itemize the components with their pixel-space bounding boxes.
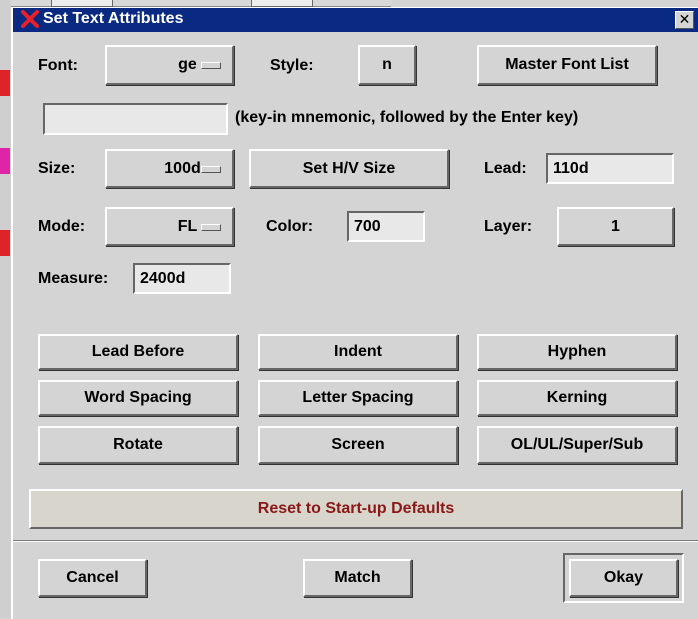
lead-value: 110d bbox=[553, 159, 589, 177]
color-value: 700 bbox=[354, 217, 381, 235]
background-window-top bbox=[11, 0, 391, 7]
okay-label: Okay bbox=[603, 569, 644, 586]
screen-button[interactable]: Screen bbox=[258, 426, 458, 464]
reset-to-defaults-label: Reset to Start-up Defaults bbox=[257, 500, 455, 517]
color-input[interactable]: 700 bbox=[347, 211, 425, 242]
lead-before-button[interactable]: Lead Before bbox=[38, 334, 238, 370]
mode-label: Mode: bbox=[38, 218, 86, 235]
indent-button[interactable]: Indent bbox=[258, 334, 458, 370]
cancel-button[interactable]: Cancel bbox=[38, 559, 147, 597]
background-swatch bbox=[0, 70, 10, 96]
background-window-strip bbox=[0, 0, 11, 618]
background-swatch bbox=[0, 230, 10, 256]
match-button[interactable]: Match bbox=[303, 559, 412, 597]
background-control bbox=[251, 0, 313, 7]
size-label: Size: bbox=[38, 160, 76, 177]
footer-separator bbox=[13, 540, 698, 542]
mnemonic-input[interactable] bbox=[43, 103, 228, 135]
background-swatch bbox=[0, 148, 10, 174]
match-label: Match bbox=[334, 569, 381, 586]
letter-spacing-label: Letter Spacing bbox=[302, 389, 414, 406]
option-menu-indicator-icon bbox=[201, 223, 221, 231]
rotate-button[interactable]: Rotate bbox=[38, 426, 238, 464]
kerning-label: Kerning bbox=[546, 389, 608, 406]
word-spacing-label: Word Spacing bbox=[84, 389, 192, 406]
measure-value: 2400d bbox=[140, 269, 186, 287]
close-icon: ✕ bbox=[678, 11, 691, 27]
style-value: n bbox=[382, 56, 392, 73]
hyphen-button[interactable]: Hyphen bbox=[477, 334, 677, 370]
window-title: Set Text Attributes bbox=[43, 10, 184, 27]
cancel-label: Cancel bbox=[66, 569, 119, 586]
lead-input[interactable]: 110d bbox=[546, 153, 674, 184]
master-font-list-button[interactable]: Master Font List bbox=[477, 45, 657, 85]
hyphen-label: Hyphen bbox=[547, 343, 607, 360]
master-font-list-label: Master Font List bbox=[505, 56, 629, 73]
style-label: Style: bbox=[270, 57, 314, 74]
screen-label: Screen bbox=[331, 436, 385, 453]
mode-option-menu[interactable]: FL bbox=[105, 207, 234, 246]
font-option-menu[interactable]: ge bbox=[105, 45, 234, 85]
background-control bbox=[51, 0, 113, 7]
mnemonic-hint: (key-in mnemonic, followed by the Enter … bbox=[235, 109, 579, 126]
lead-label: Lead: bbox=[484, 160, 527, 177]
word-spacing-button[interactable]: Word Spacing bbox=[38, 380, 238, 416]
option-menu-indicator-icon bbox=[201, 165, 221, 173]
ol-ul-super-sub-button[interactable]: OL/UL/Super/Sub bbox=[477, 426, 677, 464]
measure-label: Measure: bbox=[38, 270, 109, 287]
layer-button[interactable]: 1 bbox=[557, 207, 674, 246]
font-label: Font: bbox=[38, 57, 78, 74]
layer-value: 1 bbox=[611, 217, 620, 235]
title-bar: Set Text Attributes ✕ bbox=[13, 8, 698, 32]
x-logo-icon bbox=[21, 10, 39, 28]
layer-label: Layer: bbox=[484, 218, 533, 235]
rotate-label: Rotate bbox=[113, 436, 163, 453]
indent-label: Indent bbox=[334, 343, 382, 360]
set-hv-size-button[interactable]: Set H/V Size bbox=[249, 149, 449, 188]
option-menu-indicator-icon bbox=[201, 62, 221, 69]
reset-to-defaults-button[interactable]: Reset to Start-up Defaults bbox=[29, 489, 683, 529]
lead-before-label: Lead Before bbox=[91, 343, 185, 360]
okay-button[interactable]: Okay bbox=[569, 559, 678, 597]
measure-input[interactable]: 2400d bbox=[133, 263, 231, 294]
close-button[interactable]: ✕ bbox=[675, 11, 694, 29]
style-button[interactable]: n bbox=[358, 45, 416, 85]
ol-ul-super-sub-label: OL/UL/Super/Sub bbox=[510, 436, 644, 453]
size-option-menu[interactable]: 100d bbox=[105, 149, 234, 188]
kerning-button[interactable]: Kerning bbox=[477, 380, 677, 416]
set-hv-size-label: Set H/V Size bbox=[302, 159, 396, 177]
color-label: Color: bbox=[266, 218, 314, 235]
set-text-attributes-dialog: Set Text Attributes ✕ Font: ge Style: n … bbox=[11, 7, 698, 619]
letter-spacing-button[interactable]: Letter Spacing bbox=[258, 380, 458, 416]
